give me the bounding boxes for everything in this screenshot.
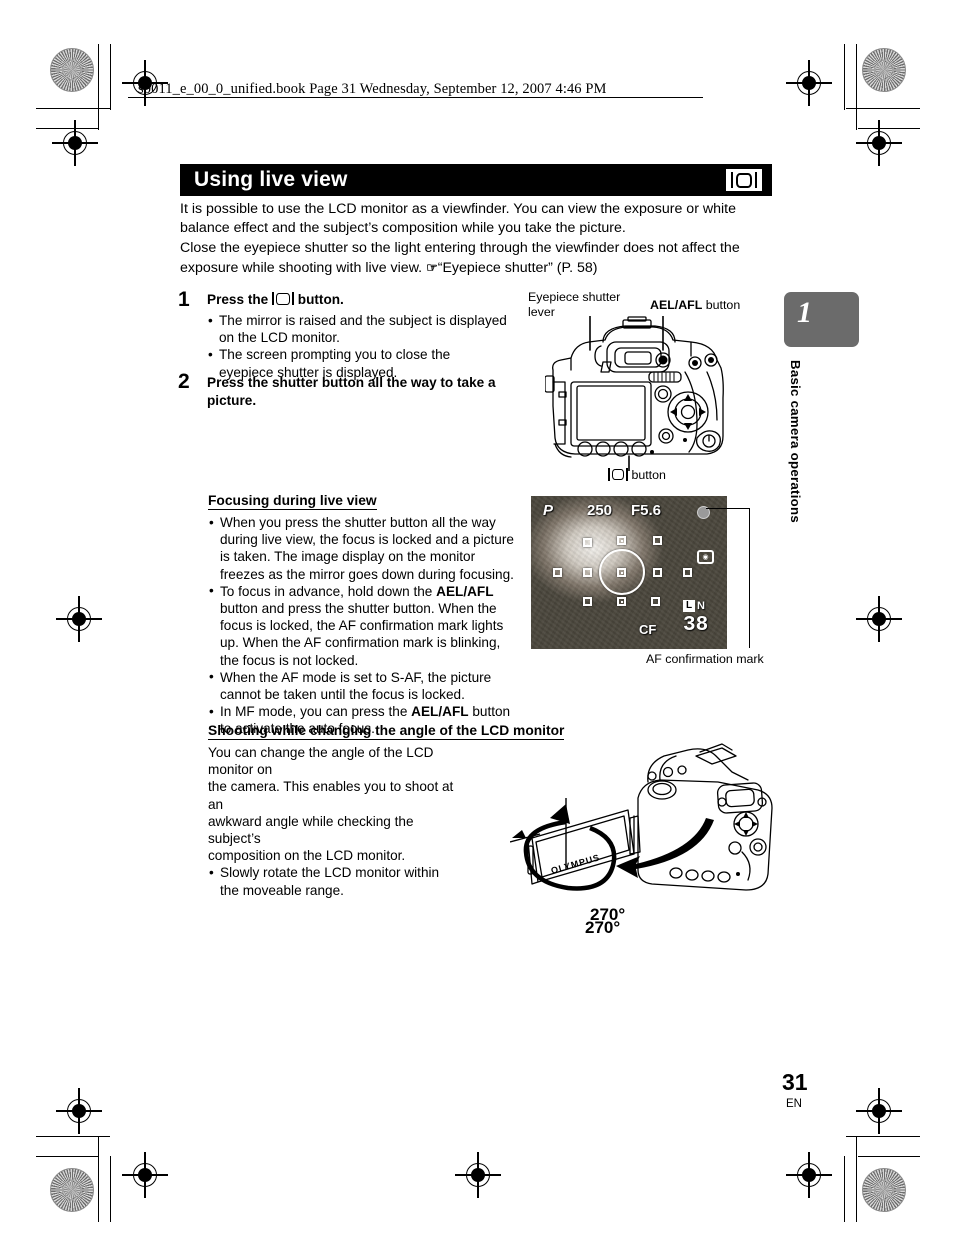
step-1-body: Press the button. The mirror is raised a… <box>207 291 507 381</box>
live-view-monitor-icon <box>726 169 762 191</box>
label-aelafl-button: AEL/AFL button <box>650 298 740 313</box>
af-point <box>583 568 592 577</box>
page-title: Using live view <box>194 168 348 191</box>
step-1-heading: Press the button. <box>207 291 507 309</box>
angle-bullet-line-2: moveable range. <box>242 882 344 898</box>
section-angle-bullets: Slowly rotate the LCD monitor within the… <box>208 864 458 898</box>
af-point <box>617 536 626 545</box>
af-target-circle <box>599 549 645 595</box>
lcd-quality-n: N <box>697 600 705 612</box>
intro-paragraph: It is possible to use the LCD monitor as… <box>180 200 758 279</box>
page-number: 31 <box>782 1069 808 1095</box>
intro-cross-reference: “Eyepiece shutter” (P. 58) <box>437 260 598 277</box>
list-item: When the AF mode is set to S-AF, the pic… <box>208 668 520 703</box>
lcd-aperture: F5.6 <box>631 502 662 519</box>
step-2-number: 2 <box>178 370 190 393</box>
af-point <box>617 597 626 606</box>
step-1-number: 1 <box>178 288 190 311</box>
intro-line-1: It is possible to use the LCD monitor as… <box>180 201 736 217</box>
angle-paragraph-line-3: awkward angle while checking the subject… <box>208 813 414 847</box>
af-point <box>683 568 692 577</box>
page-body: Using live view It is possible to use th… <box>0 0 954 1258</box>
step-2-heading: Press the shutter button all the way to … <box>207 375 496 408</box>
angle-paragraph-line-1: You can change the angle of the LCD moni… <box>208 745 434 778</box>
section-title-bar: Using live view <box>180 164 772 196</box>
section-focusing-bullets: When you press the shutter button all th… <box>208 514 520 738</box>
label-af-confirmation-mark: AF confirmation mark <box>646 652 764 666</box>
step-1-heading-prefix: Press the <box>207 292 269 307</box>
af-point <box>653 568 662 577</box>
rotation-degrees-label-text: 270° <box>583 918 623 937</box>
chapter-title: Basic camera operations <box>788 360 803 524</box>
lcd-live-view-screenshot: P 250 F5.6 ◉ L N CF 38 <box>531 496 727 649</box>
af-point <box>653 536 662 545</box>
page-language: EN <box>786 1098 802 1110</box>
lcd-shutter-speed: 250 <box>587 502 613 519</box>
angle-paragraph-line-2: the camera. This enables you to shoot at… <box>208 779 454 812</box>
af-mark-leader-horizontal <box>706 508 750 510</box>
list-item: When you press the shutter button all th… <box>208 514 520 583</box>
live-view-monitor-icon <box>272 292 294 305</box>
chapter-number: 1 <box>797 296 812 329</box>
af-point <box>583 538 592 547</box>
lcd-mode-indicator: P <box>543 502 554 519</box>
label-eyepiece-line1: Eyepiece shutter <box>528 290 621 304</box>
section-angle-paragraph: You can change the angle of the LCD moni… <box>208 744 458 864</box>
section-angle-heading: Shooting while changing the angle of the… <box>208 723 565 740</box>
list-item: Slowly rotate the LCD monitor within the… <box>208 864 458 898</box>
intro-line-3: Close the eyepiece shutter so the light … <box>180 239 740 256</box>
label-aelafl-bold: AEL/AFL <box>650 298 703 312</box>
lcd-card-indicator: CF <box>639 622 657 637</box>
lcd-frames-remaining: 38 <box>683 614 709 637</box>
af-point <box>583 597 592 606</box>
step-1-bullets: The mirror is raised and the subject is … <box>207 311 507 381</box>
af-mark-leader-vertical <box>749 508 751 648</box>
lcd-quality-box: L <box>683 600 695 612</box>
list-item: To focus in advance, hold down the AEL/A… <box>208 582 520 669</box>
intro-line-4: exposure while shooting with live view. … <box>180 258 758 278</box>
angle-paragraph-line-4: composition on the LCD monitor. <box>208 848 406 864</box>
camera-back-illustration <box>545 316 724 471</box>
esp-metering-icon: ◉ <box>697 550 714 564</box>
camera-tilt-lcd-illustration: OLYMPUS 270° <box>510 743 773 922</box>
af-point <box>553 568 562 577</box>
af-point <box>651 597 660 606</box>
svg-text:OLYMPUS: OLYMPUS <box>550 852 601 876</box>
section-focusing-heading: Focusing during live view <box>208 493 377 510</box>
section-focusing-during-live-view: Focusing during live view When you press… <box>208 492 520 738</box>
intro-line-2: balance effect and the subject’s composi… <box>180 220 626 237</box>
pointing-hand-icon: ☞ <box>426 260 438 276</box>
label-aelafl-rest: button <box>705 298 741 312</box>
chapter-tab: 1 <box>784 292 859 347</box>
step-1-heading-suffix: button. <box>297 292 344 307</box>
list-item: The mirror is raised and the subject is … <box>207 311 507 346</box>
intro-line-4-text: exposure while shooting with live view. <box>180 260 423 277</box>
